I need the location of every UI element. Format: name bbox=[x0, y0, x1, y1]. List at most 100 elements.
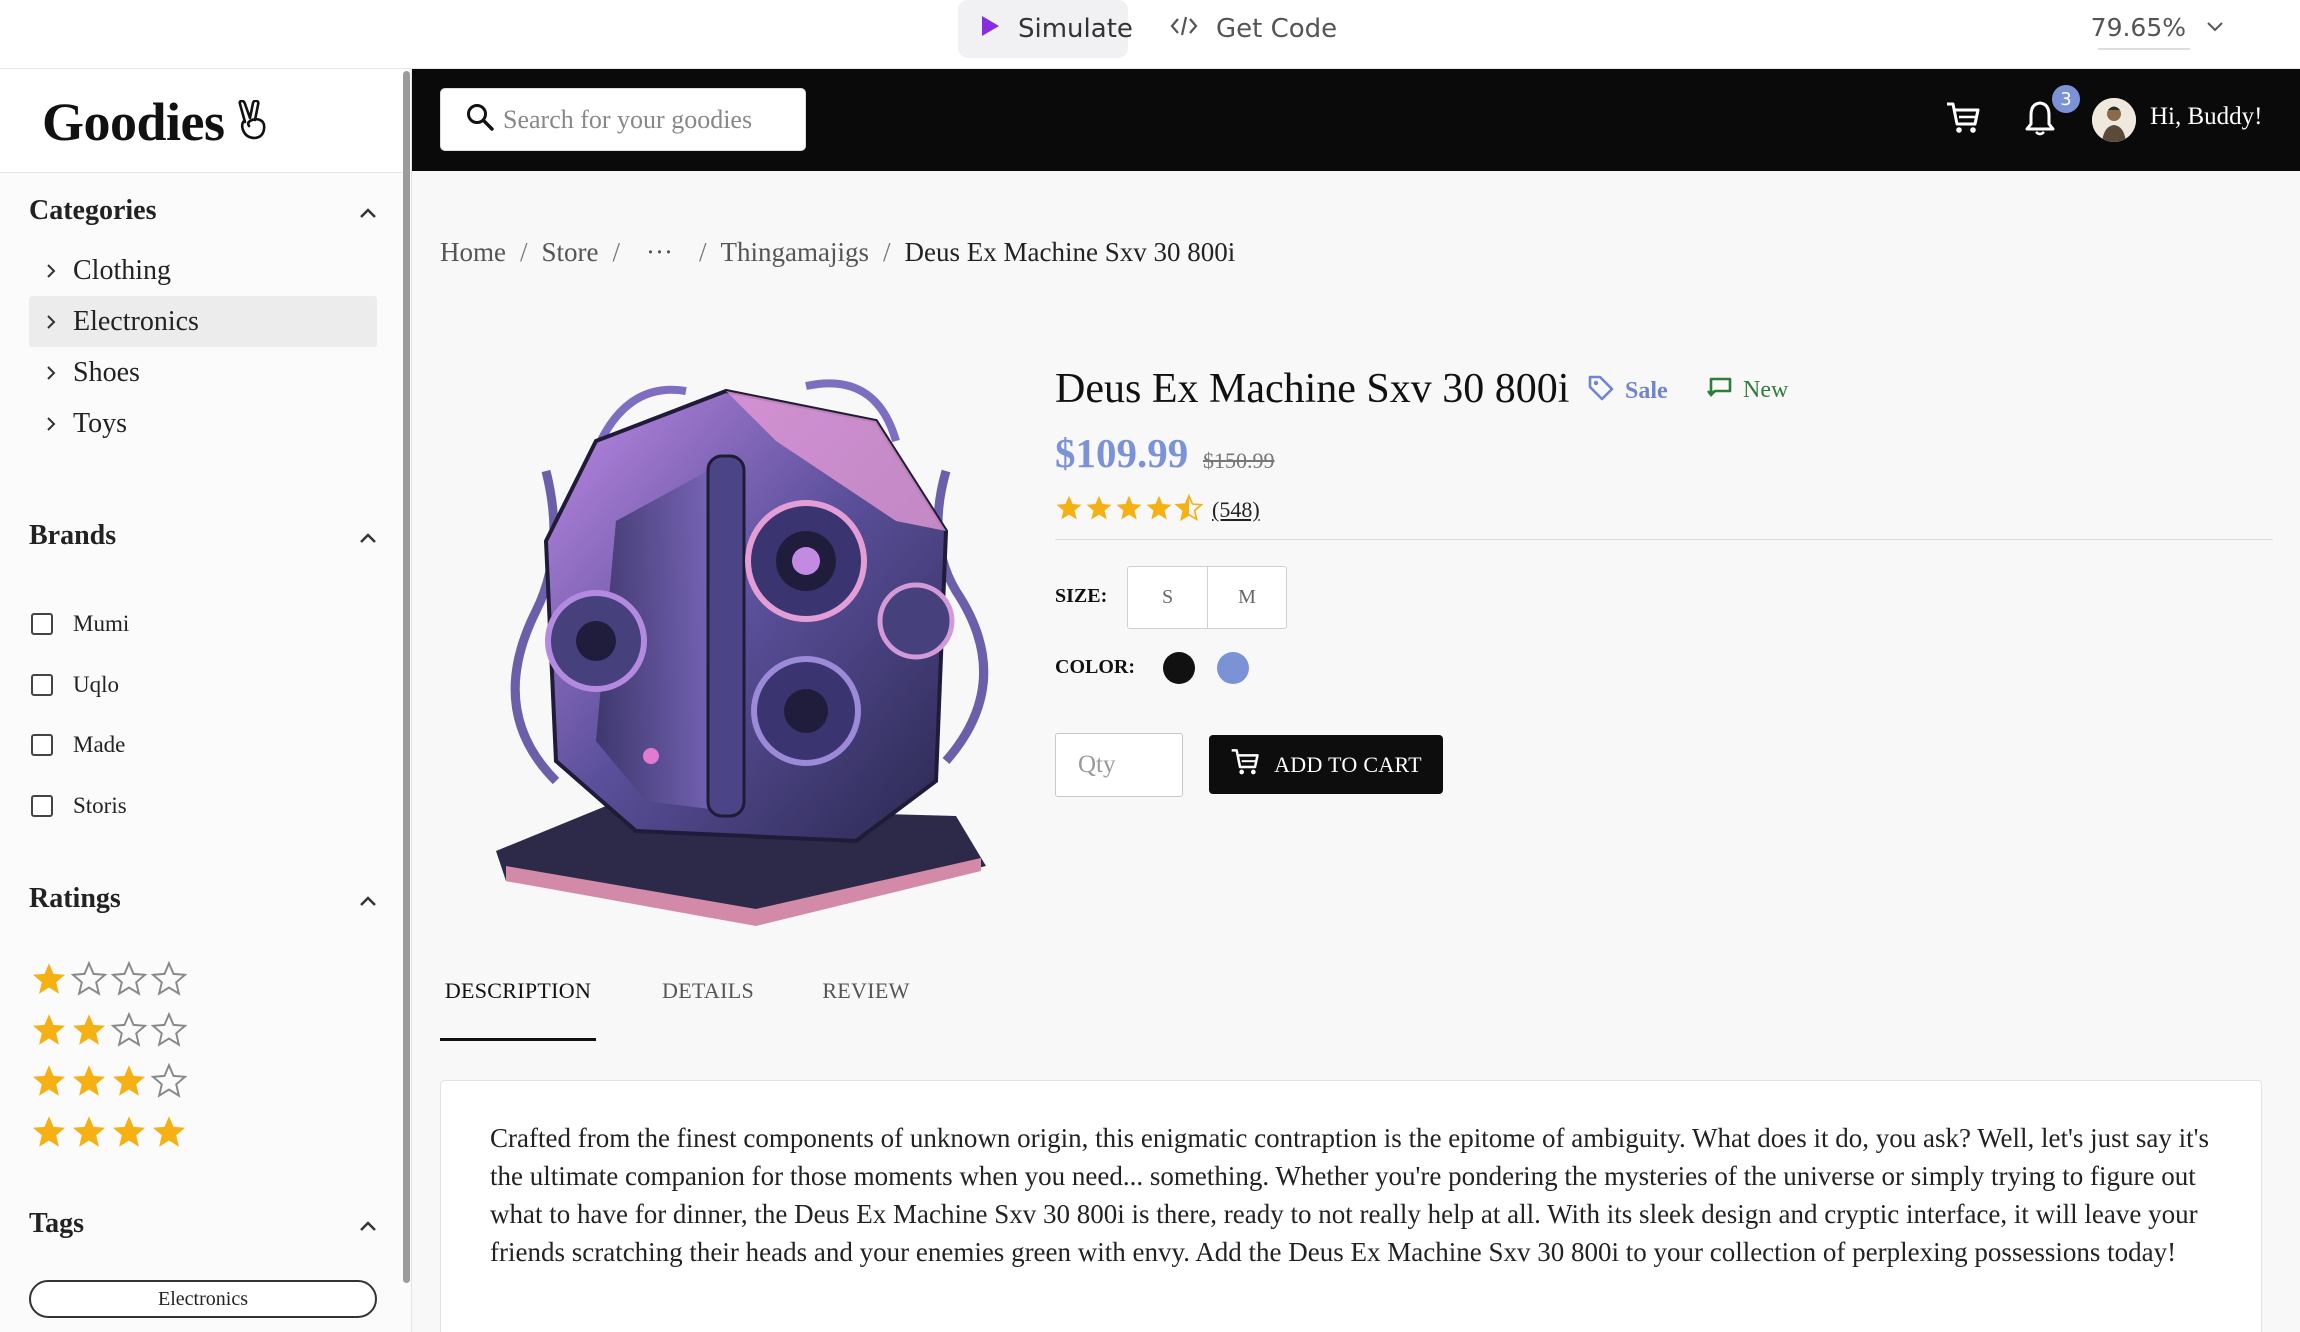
star-filled-icon bbox=[31, 1063, 67, 1104]
tab-details[interactable]: DETAILS bbox=[596, 978, 820, 1041]
brand-checkbox-made[interactable]: Made bbox=[31, 732, 125, 758]
tags-header[interactable]: Tags bbox=[29, 1208, 379, 1240]
breadcrumb-collapsed[interactable]: ··· bbox=[634, 237, 685, 268]
category-item-toys[interactable]: Toys bbox=[29, 398, 377, 449]
category-label: Shoes bbox=[73, 356, 140, 388]
product-description: Crafted from the finest components of un… bbox=[490, 1123, 2210, 1267]
get-code-label: Get Code bbox=[1216, 14, 1338, 44]
category-item-clothing[interactable]: Clothing bbox=[29, 245, 377, 296]
rating-filter-4[interactable] bbox=[31, 1114, 187, 1155]
rating-filter-3[interactable] bbox=[31, 1062, 188, 1104]
star-filled-icon bbox=[111, 1114, 147, 1155]
chevron-down-icon[interactable] bbox=[2206, 18, 2224, 37]
zoom-value: 79.65% bbox=[2090, 12, 2186, 42]
star-empty-icon bbox=[110, 960, 148, 1002]
rating-filter-2[interactable] bbox=[31, 1011, 188, 1053]
new-icon bbox=[1705, 374, 1733, 407]
chevron-right-icon bbox=[29, 313, 73, 331]
sidebar-scrollbar[interactable] bbox=[403, 71, 410, 1283]
star-half-icon bbox=[1174, 493, 1204, 527]
cart-icon[interactable] bbox=[1945, 100, 1981, 141]
category-item-shoes[interactable]: Shoes bbox=[29, 347, 377, 398]
star-filled-icon bbox=[31, 961, 67, 1002]
zoom-select[interactable]: 79.65% bbox=[2091, 6, 2190, 50]
play-icon bbox=[980, 14, 1000, 44]
checkbox[interactable] bbox=[31, 734, 53, 756]
search-box[interactable] bbox=[440, 88, 806, 151]
avatar[interactable] bbox=[2092, 98, 2136, 142]
chevron-up-icon[interactable] bbox=[357, 200, 379, 222]
simulate-button[interactable]: Simulate bbox=[958, 0, 1133, 58]
star-filled-icon bbox=[1085, 494, 1113, 527]
categories-header[interactable]: Categories bbox=[29, 195, 379, 227]
search-input[interactable] bbox=[503, 104, 803, 135]
brand-label: Storis bbox=[73, 793, 127, 818]
tag-chip-electronics[interactable]: Electronics bbox=[29, 1280, 377, 1318]
category-label: Electronics bbox=[73, 305, 199, 337]
logo-area: Goodies bbox=[0, 69, 403, 173]
brand-label: Made bbox=[73, 732, 126, 757]
product-title: Deus Ex Machine Sxv 30 800i bbox=[1055, 366, 1570, 412]
breadcrumb: Home / Store / ··· / Thingamajigs / Deus… bbox=[440, 237, 1235, 268]
chevron-up-icon[interactable] bbox=[357, 1213, 379, 1235]
breadcrumb-home[interactable]: Home bbox=[440, 237, 506, 268]
divider bbox=[1055, 539, 2273, 540]
chevron-up-icon[interactable] bbox=[357, 888, 379, 910]
brands-header[interactable]: Brands bbox=[29, 520, 379, 552]
ratings-header[interactable]: Ratings bbox=[29, 883, 379, 915]
breadcrumb-thingamajigs[interactable]: Thingamajigs bbox=[721, 237, 869, 268]
cart-icon bbox=[1230, 747, 1260, 783]
quantity-field[interactable] bbox=[1055, 733, 1183, 797]
simulate-label: Simulate bbox=[1018, 14, 1133, 44]
brand-checkbox-mumi[interactable]: Mumi bbox=[31, 611, 129, 637]
size-option-m[interactable]: M bbox=[1207, 567, 1286, 628]
categories-title: Categories bbox=[29, 195, 157, 226]
get-code-button[interactable]: Get Code bbox=[1148, 0, 1359, 58]
star-filled-icon bbox=[71, 1114, 107, 1155]
category-item-electronics[interactable]: Electronics bbox=[29, 296, 377, 347]
breadcrumb-current: Deus Ex Machine Sxv 30 800i bbox=[904, 237, 1236, 267]
victory-hand-icon bbox=[235, 91, 269, 153]
site-header: 3 Hi, Buddy! bbox=[412, 69, 2300, 171]
description-panel: Crafted from the finest components of un… bbox=[440, 1080, 2262, 1332]
quantity-input[interactable] bbox=[1078, 751, 1168, 779]
chevron-up-icon[interactable] bbox=[357, 525, 379, 547]
tag-label: Electronics bbox=[158, 1287, 248, 1310]
user-greeting[interactable]: Hi, Buddy! bbox=[2150, 103, 2263, 131]
star-filled-icon bbox=[151, 1114, 187, 1155]
rating-filter-1[interactable] bbox=[31, 960, 188, 1002]
breadcrumb-separator: / bbox=[519, 237, 528, 267]
size-selector: S M bbox=[1127, 566, 1287, 629]
product-price: $109.99 bbox=[1055, 430, 1189, 476]
star-empty-icon bbox=[70, 960, 108, 1002]
star-filled-icon bbox=[1145, 494, 1173, 527]
size-option-s[interactable]: S bbox=[1128, 567, 1207, 628]
logo[interactable]: Goodies bbox=[42, 91, 269, 153]
review-count-link[interactable]: (548) bbox=[1212, 497, 1260, 523]
star-empty-icon bbox=[150, 960, 188, 1002]
breadcrumb-separator: / bbox=[612, 237, 621, 267]
category-label: Clothing bbox=[73, 254, 172, 286]
brand-label: Mumi bbox=[73, 611, 130, 636]
new-label: New bbox=[1743, 377, 1789, 403]
product-old-price: $150.99 bbox=[1203, 448, 1275, 473]
brand-checkbox-storis[interactable]: Storis bbox=[31, 793, 127, 819]
add-to-cart-button[interactable]: ADD TO CART bbox=[1209, 735, 1443, 794]
chevron-right-icon bbox=[29, 415, 73, 433]
chevron-right-icon bbox=[29, 364, 73, 382]
add-to-cart-label: ADD TO CART bbox=[1274, 751, 1422, 777]
checkbox[interactable] bbox=[31, 795, 53, 817]
color-swatch-blue[interactable] bbox=[1217, 652, 1249, 684]
tab-review[interactable]: REVIEW bbox=[820, 978, 912, 1041]
notification-badge: 3 bbox=[2050, 83, 2082, 115]
breadcrumb-store[interactable]: Store bbox=[542, 237, 599, 268]
checkbox[interactable] bbox=[31, 613, 53, 635]
brand-checkbox-uqlo[interactable]: Uqlo bbox=[31, 672, 119, 698]
checkbox[interactable] bbox=[31, 674, 53, 696]
star-filled-icon bbox=[111, 1063, 147, 1104]
new-tag: New bbox=[1705, 374, 1788, 407]
star-filled-icon bbox=[31, 1012, 67, 1053]
main-content: Home / Store / ··· / Thingamajigs / Deus… bbox=[412, 171, 2300, 1332]
color-swatch-black[interactable] bbox=[1163, 652, 1195, 684]
tab-description[interactable]: DESCRIPTION bbox=[440, 978, 596, 1041]
